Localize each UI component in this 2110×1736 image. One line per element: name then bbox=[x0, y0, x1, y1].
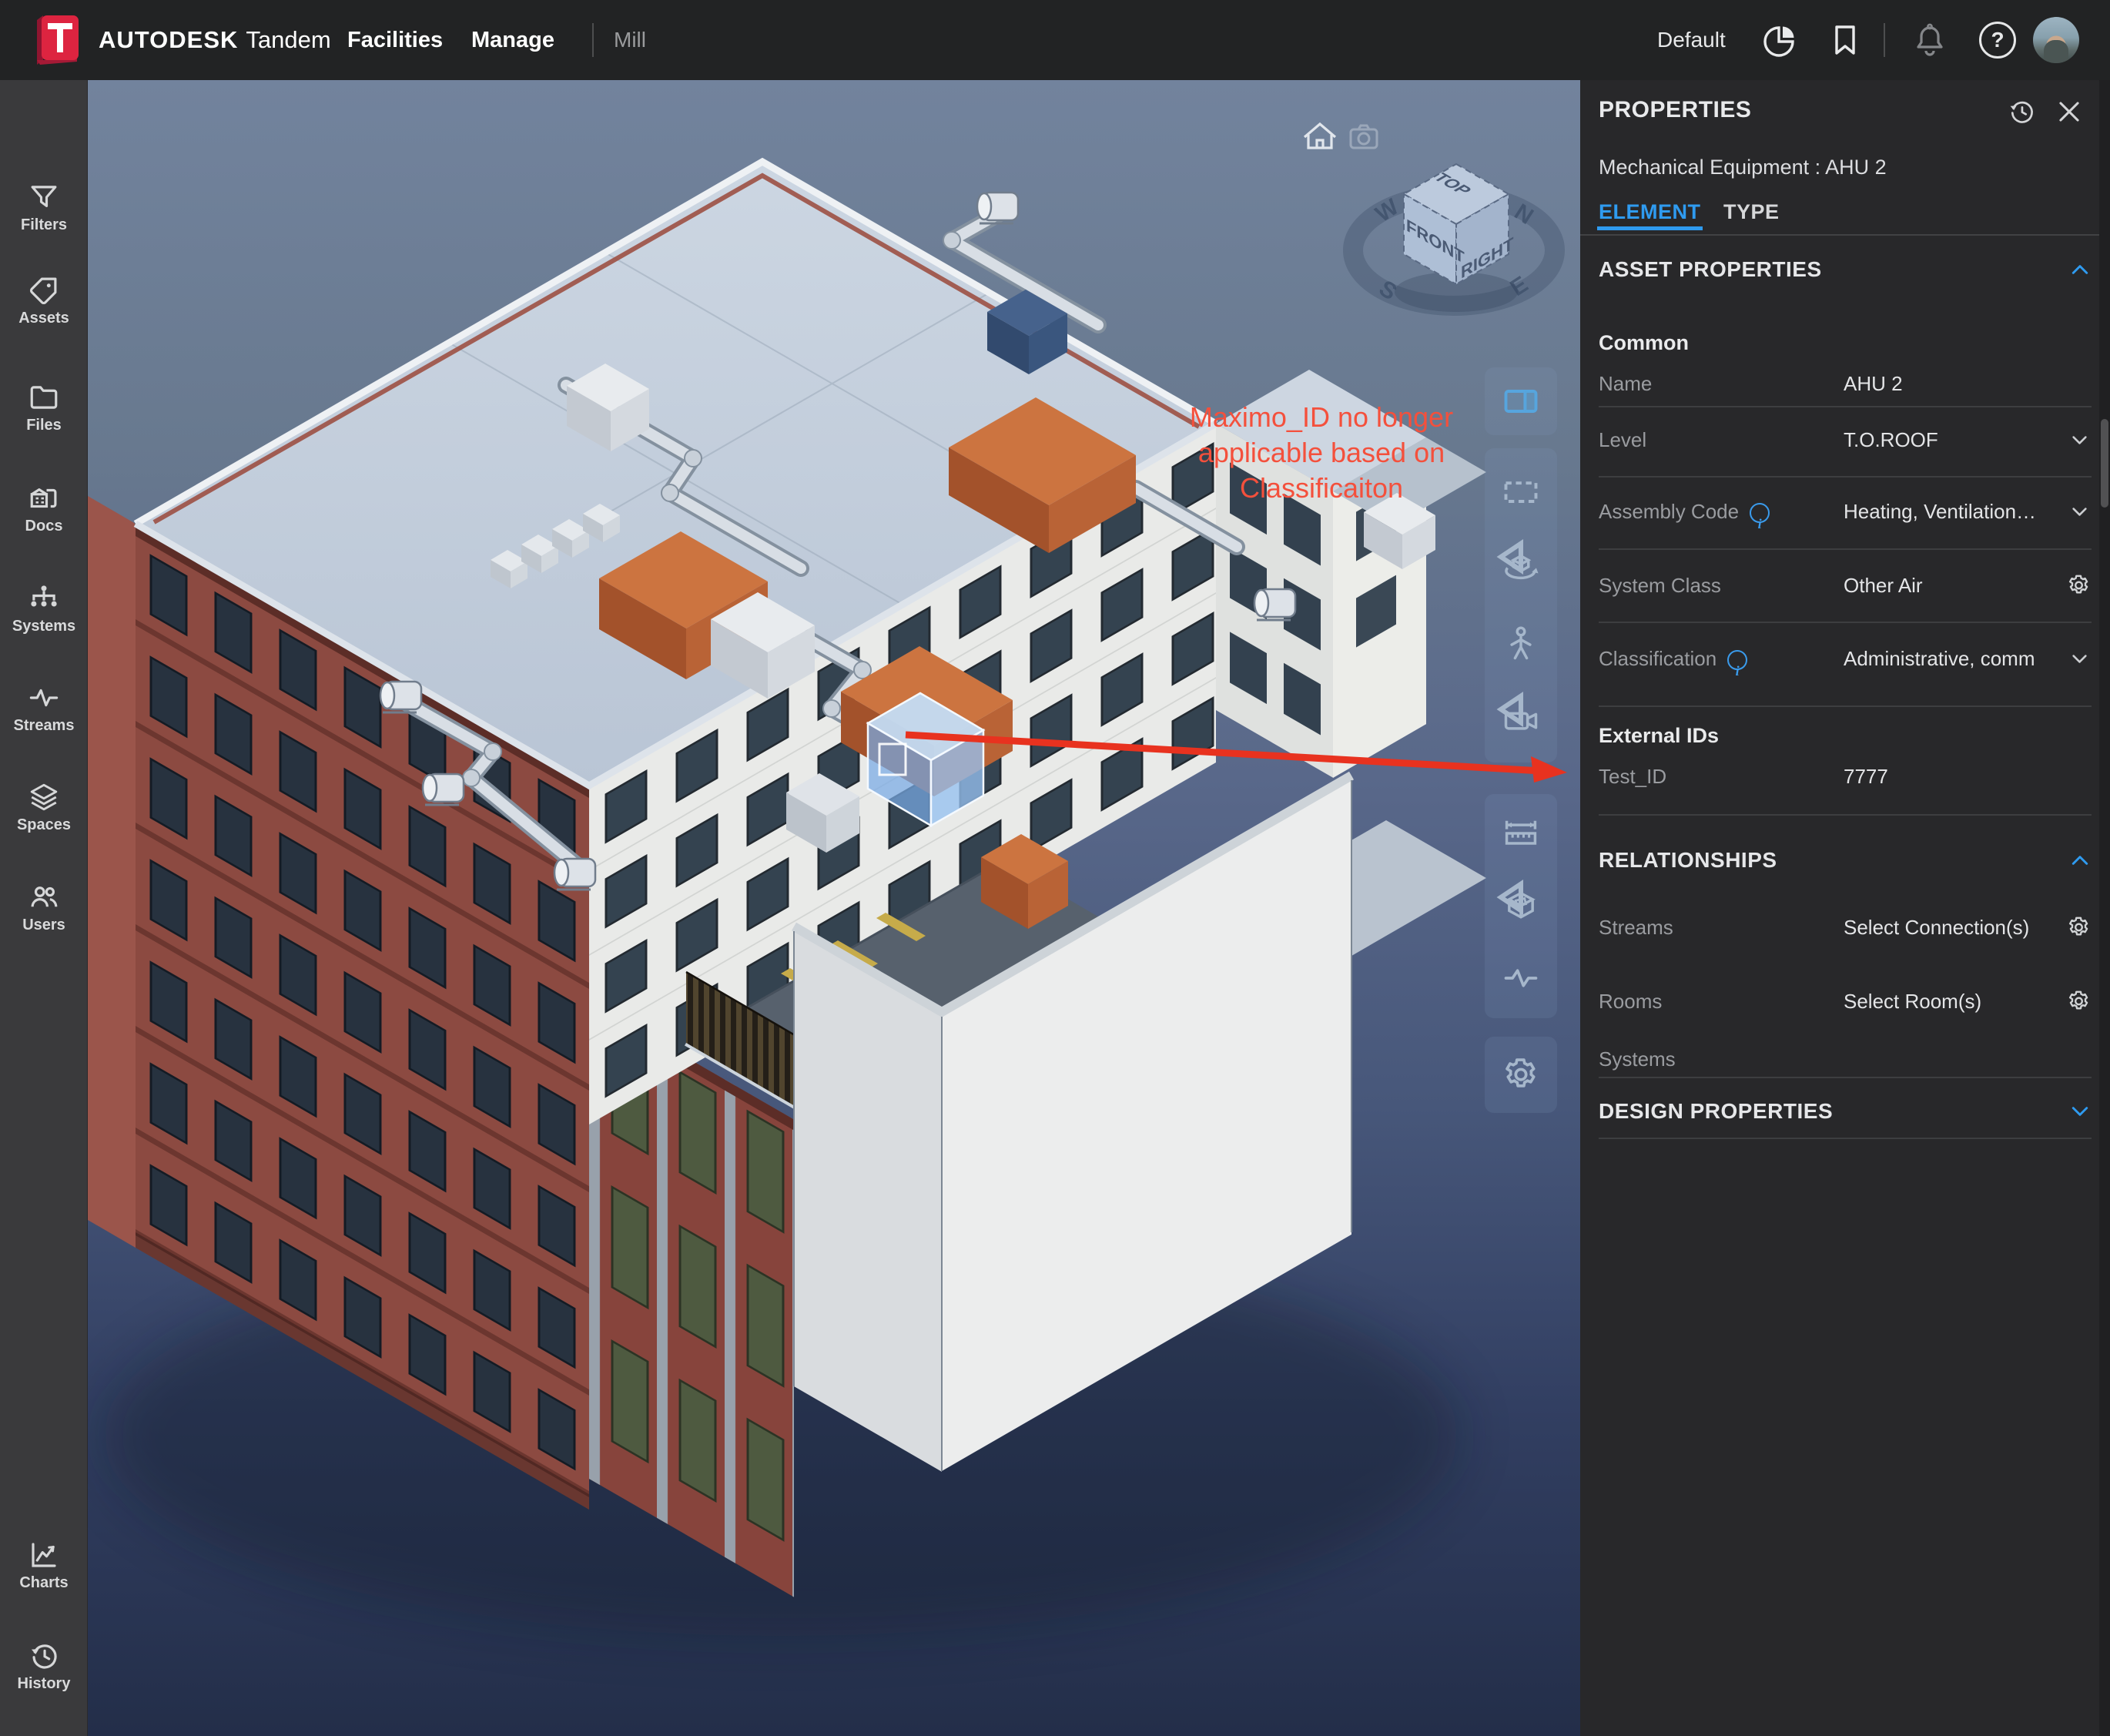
panel-scrollbar[interactable] bbox=[2099, 80, 2110, 1736]
folder-icon bbox=[30, 386, 58, 409]
topbar-divider bbox=[592, 23, 594, 57]
sidebar-item-files[interactable]: Files bbox=[0, 381, 88, 458]
group-common: Common bbox=[1599, 331, 1689, 354]
streams-pulse-icon bbox=[29, 689, 59, 707]
signal-stream-button[interactable] bbox=[1485, 942, 1557, 1014]
annotation-note: Maximo_ID no longer applicable based on … bbox=[1189, 401, 1454, 504]
history-clock-icon bbox=[31, 1644, 57, 1669]
viewport-3d[interactable]: Maximo_ID no longer applicable based on … bbox=[88, 80, 1580, 1736]
relationship-row-systems: Systems bbox=[1599, 1047, 1676, 1071]
classification-value[interactable]: Administrative, comm bbox=[1844, 642, 2035, 675]
view-cube[interactable]: N W S E TOP FRONT RIGHT bbox=[1274, 103, 1580, 357]
user-avatar[interactable] bbox=[2033, 17, 2079, 63]
classification-info-icon[interactable] bbox=[1727, 650, 1748, 671]
tab-element[interactable]: ELEMENT bbox=[1597, 200, 1703, 230]
property-row-level: Level T.O.ROOF bbox=[1599, 423, 2092, 457]
sidebar-item-systems[interactable]: Systems bbox=[0, 582, 88, 659]
bookmark-icon[interactable] bbox=[1827, 22, 1864, 59]
assembly-code-info-icon[interactable] bbox=[1750, 503, 1770, 524]
spaces-layers-icon bbox=[30, 783, 58, 811]
expand-chevron-icon[interactable] bbox=[2068, 1100, 2092, 1123]
sidebar-item-users[interactable]: Users bbox=[0, 881, 88, 958]
tab-type[interactable]: TYPE bbox=[1723, 200, 1780, 224]
sidebar-item-streams[interactable]: Streams bbox=[0, 682, 88, 759]
property-row-name: Name AHU 2 bbox=[1599, 367, 2092, 400]
system-class-gear-icon[interactable] bbox=[2066, 573, 2092, 598]
property-row-system-class: System Class Other Air bbox=[1599, 568, 2092, 602]
system-class-value[interactable]: Other Air bbox=[1844, 568, 1923, 602]
users-icon bbox=[31, 886, 58, 907]
section-relationships[interactable]: RELATIONSHIPS bbox=[1599, 842, 2092, 879]
test-id-value[interactable]: 7777 bbox=[1844, 759, 1888, 793]
sidebar-item-charts[interactable]: Charts bbox=[0, 1539, 88, 1616]
close-panel-icon[interactable] bbox=[2055, 97, 2084, 126]
streams-select-connections[interactable]: Select Connection(s) bbox=[1844, 910, 2029, 944]
topbar-divider-2 bbox=[1884, 23, 1885, 57]
notifications-bell-icon[interactable] bbox=[1911, 22, 1948, 59]
brand-autodesk: AUTODESK bbox=[99, 26, 239, 53]
orbit-button[interactable] bbox=[1485, 529, 1557, 605]
sidebar-item-history[interactable]: History bbox=[0, 1640, 88, 1717]
brand: AUTODESK Tandem bbox=[99, 0, 331, 80]
panel-title: PROPERTIES bbox=[1599, 97, 1752, 122]
collapse-chevron-icon[interactable] bbox=[2068, 258, 2092, 281]
building-left-return-wall bbox=[88, 496, 136, 1248]
filter-funnel-icon bbox=[31, 186, 57, 207]
group-external-ids: External IDs bbox=[1599, 724, 1720, 747]
camera-view-button[interactable] bbox=[1485, 682, 1557, 758]
level-dropdown-chevron-icon[interactable] bbox=[2069, 430, 2090, 451]
panel-tabs: ELEMENT TYPE bbox=[1580, 197, 2110, 236]
name-value[interactable]: AHU 2 bbox=[1844, 367, 1903, 400]
section-asset-properties[interactable]: ASSET PROPERTIES bbox=[1599, 251, 2092, 288]
dashboard-pie-icon[interactable] bbox=[1762, 22, 1799, 59]
snapshot-camera-icon[interactable] bbox=[1349, 124, 1378, 149]
section-design-properties[interactable]: DESIGN PROPERTIES bbox=[1599, 1093, 2092, 1130]
docs-icon bbox=[30, 488, 57, 508]
relationship-row-streams: Streams Select Connection(s) bbox=[1599, 910, 2092, 944]
first-person-button[interactable] bbox=[1485, 605, 1557, 682]
selected-element-title: Mechanical Equipment : AHU 2 bbox=[1599, 156, 1887, 179]
measure-button[interactable] bbox=[1485, 797, 1557, 870]
facility-name: Mill bbox=[614, 28, 646, 52]
rooms-select-rooms[interactable]: Select Room(s) bbox=[1844, 984, 1981, 1018]
asset-tag-icon bbox=[29, 277, 57, 305]
nav-facilities[interactable]: Facilities bbox=[347, 0, 443, 80]
left-sidebar: Filters Assets Files Docs Systems Stream… bbox=[0, 80, 88, 1736]
rooms-gear-icon[interactable] bbox=[2066, 989, 2092, 1014]
tandem-logo-icon[interactable] bbox=[29, 14, 83, 66]
panels-layout-button[interactable] bbox=[1485, 367, 1557, 435]
property-row-classification: Classification Administrative, comm bbox=[1599, 642, 2092, 675]
streams-gear-icon[interactable] bbox=[2066, 915, 2092, 940]
sidebar-item-spaces[interactable]: Spaces bbox=[0, 781, 88, 858]
section-box-button[interactable] bbox=[1485, 870, 1557, 942]
brand-tandem: Tandem bbox=[246, 26, 331, 53]
viewport-settings-button[interactable] bbox=[1485, 1037, 1557, 1113]
assembly-code-value[interactable]: Heating, Ventilation… bbox=[1844, 494, 2036, 528]
relationship-row-rooms: Rooms Select Room(s) bbox=[1599, 984, 2092, 1018]
help-icon[interactable] bbox=[1979, 22, 2016, 59]
panel-scrollbar-thumb[interactable] bbox=[2101, 419, 2108, 508]
view-selector[interactable]: Default bbox=[1657, 0, 1726, 80]
assembly-code-dropdown-chevron-icon[interactable] bbox=[2069, 501, 2090, 522]
sidebar-item-filters[interactable]: Filters bbox=[0, 181, 88, 258]
marquee-select-button[interactable] bbox=[1485, 453, 1557, 529]
properties-panel: PROPERTIES Mechanical Equipment : AHU 2 … bbox=[1580, 80, 2110, 1736]
foreground-block-left-face bbox=[794, 931, 942, 1472]
property-history-icon[interactable] bbox=[2007, 97, 2036, 126]
property-row-assembly-code: Assembly Code Heating, Ventilation… bbox=[1599, 494, 2092, 528]
collapse-chevron-icon[interactable] bbox=[2068, 849, 2092, 872]
app-root: AUTODESK Tandem Facilities Manage Mill D… bbox=[0, 0, 2110, 1736]
level-value[interactable]: T.O.ROOF bbox=[1844, 423, 1938, 457]
classification-dropdown-chevron-icon[interactable] bbox=[2069, 648, 2090, 669]
sidebar-item-docs[interactable]: Docs bbox=[0, 482, 88, 559]
charts-icon bbox=[32, 1543, 56, 1567]
home-icon[interactable] bbox=[1303, 122, 1337, 149]
nav-manage[interactable]: Manage bbox=[471, 0, 554, 80]
sidebar-item-assets[interactable]: Assets bbox=[0, 274, 88, 351]
systems-tree-icon bbox=[31, 585, 57, 607]
top-bar: AUTODESK Tandem Facilities Manage Mill D… bbox=[0, 0, 2110, 80]
property-row-test-id: Test_ID 7777 bbox=[1599, 759, 2092, 793]
